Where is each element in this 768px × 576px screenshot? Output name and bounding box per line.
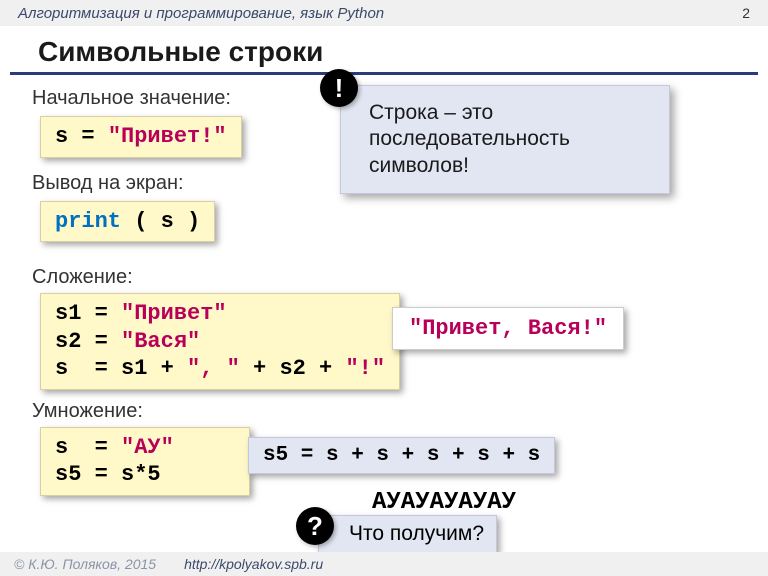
result-concat: "Привет, Вася!": [392, 307, 624, 350]
page-number: 2: [742, 5, 750, 21]
code-add: s1 = "Привет" s2 = "Вася" s = s1 + ", " …: [40, 293, 400, 390]
code-mul: s = "АУ" s5 = s*5: [40, 427, 250, 496]
header-bar: Алгоритмизация и программирование, язык …: [0, 0, 768, 26]
header-subject: Алгоритмизация и программирование, язык …: [18, 5, 384, 22]
footer-bar: © К.Ю. Поляков, 2015 http://kpolyakov.sp…: [0, 552, 768, 576]
note-box: Строка – это последовательность символов…: [340, 85, 670, 194]
question-text: Что получим?: [349, 522, 484, 545]
code-initial: s = "Привет!": [40, 116, 242, 158]
label-add: Сложение:: [32, 266, 740, 289]
footer-url: http://kpolyakov.spb.ru: [184, 556, 323, 572]
question-icon: ?: [296, 507, 334, 545]
content-area: Начальное значение: s = "Привет!" Вывод …: [0, 75, 768, 496]
repeat-output: АУАУАУАУАУ: [372, 489, 516, 516]
expr-expand: s5 = s + s + s + s + s: [248, 437, 555, 474]
code-print: print ( s ): [40, 201, 215, 243]
label-mul: Умножение:: [32, 400, 740, 423]
note-text: Строка – это последовательность символов…: [369, 101, 570, 177]
exclaim-icon: !: [320, 69, 358, 107]
slide-title: Символьные строки: [10, 26, 758, 75]
copyright: © К.Ю. Поляков, 2015: [14, 556, 156, 572]
question-box: Что получим?: [318, 515, 497, 553]
